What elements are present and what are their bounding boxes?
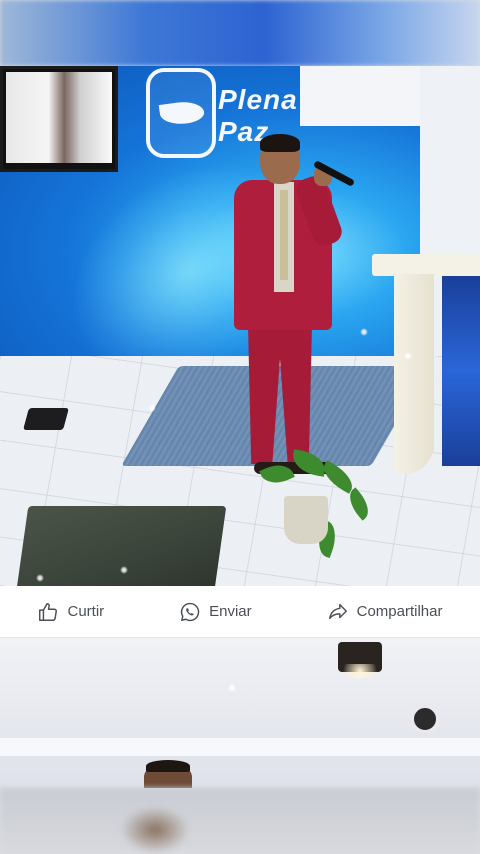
pulpit (372, 254, 480, 484)
singer-tie (280, 190, 288, 280)
pulpit-leg (394, 274, 434, 474)
sparkle (148, 404, 156, 412)
post-photo[interactable]: Plena Paz (0, 66, 480, 586)
pulpit-panel (442, 276, 480, 466)
like-label: Curtir (67, 603, 105, 620)
dove-icon (158, 99, 206, 127)
ceiling-beam (0, 738, 480, 756)
sparkle (36, 574, 44, 582)
next-post-photo[interactable] (0, 638, 480, 788)
singer (232, 134, 356, 476)
security-camera-icon (410, 704, 440, 734)
feed-screen: Plena Paz Curtir Enviar Compartilhar (0, 0, 480, 854)
sparkle (228, 684, 236, 692)
singer-hair (260, 134, 300, 152)
sparkle (404, 352, 412, 360)
person-head (144, 760, 192, 788)
ceiling-spotlight-icon (338, 642, 382, 678)
pulpit-top (372, 254, 480, 276)
post-action-bar: Curtir Enviar Compartilhar (0, 586, 480, 638)
tv-screen (6, 72, 112, 163)
floor-bag (23, 408, 69, 430)
share-button[interactable]: Compartilhar (327, 601, 443, 623)
plant-pot (284, 496, 328, 544)
share-arrow-icon (328, 603, 347, 619)
stage-monitor-speaker (15, 506, 227, 586)
send-button[interactable]: Enviar (179, 601, 252, 623)
sparkle (120, 566, 128, 574)
thumbs-up-icon (39, 602, 58, 621)
church-logo-icon (146, 68, 216, 158)
send-label: Enviar (209, 603, 252, 620)
logo-text-line1: Plena (218, 84, 298, 115)
like-button[interactable]: Curtir (37, 601, 104, 623)
wall-tv (0, 66, 118, 172)
singer-pants (248, 324, 312, 464)
sparkle (360, 328, 368, 336)
next-post-blurred (0, 788, 480, 854)
whatsapp-icon (180, 602, 200, 621)
share-label: Compartilhar (356, 603, 443, 620)
previous-post-blurred (0, 0, 480, 66)
